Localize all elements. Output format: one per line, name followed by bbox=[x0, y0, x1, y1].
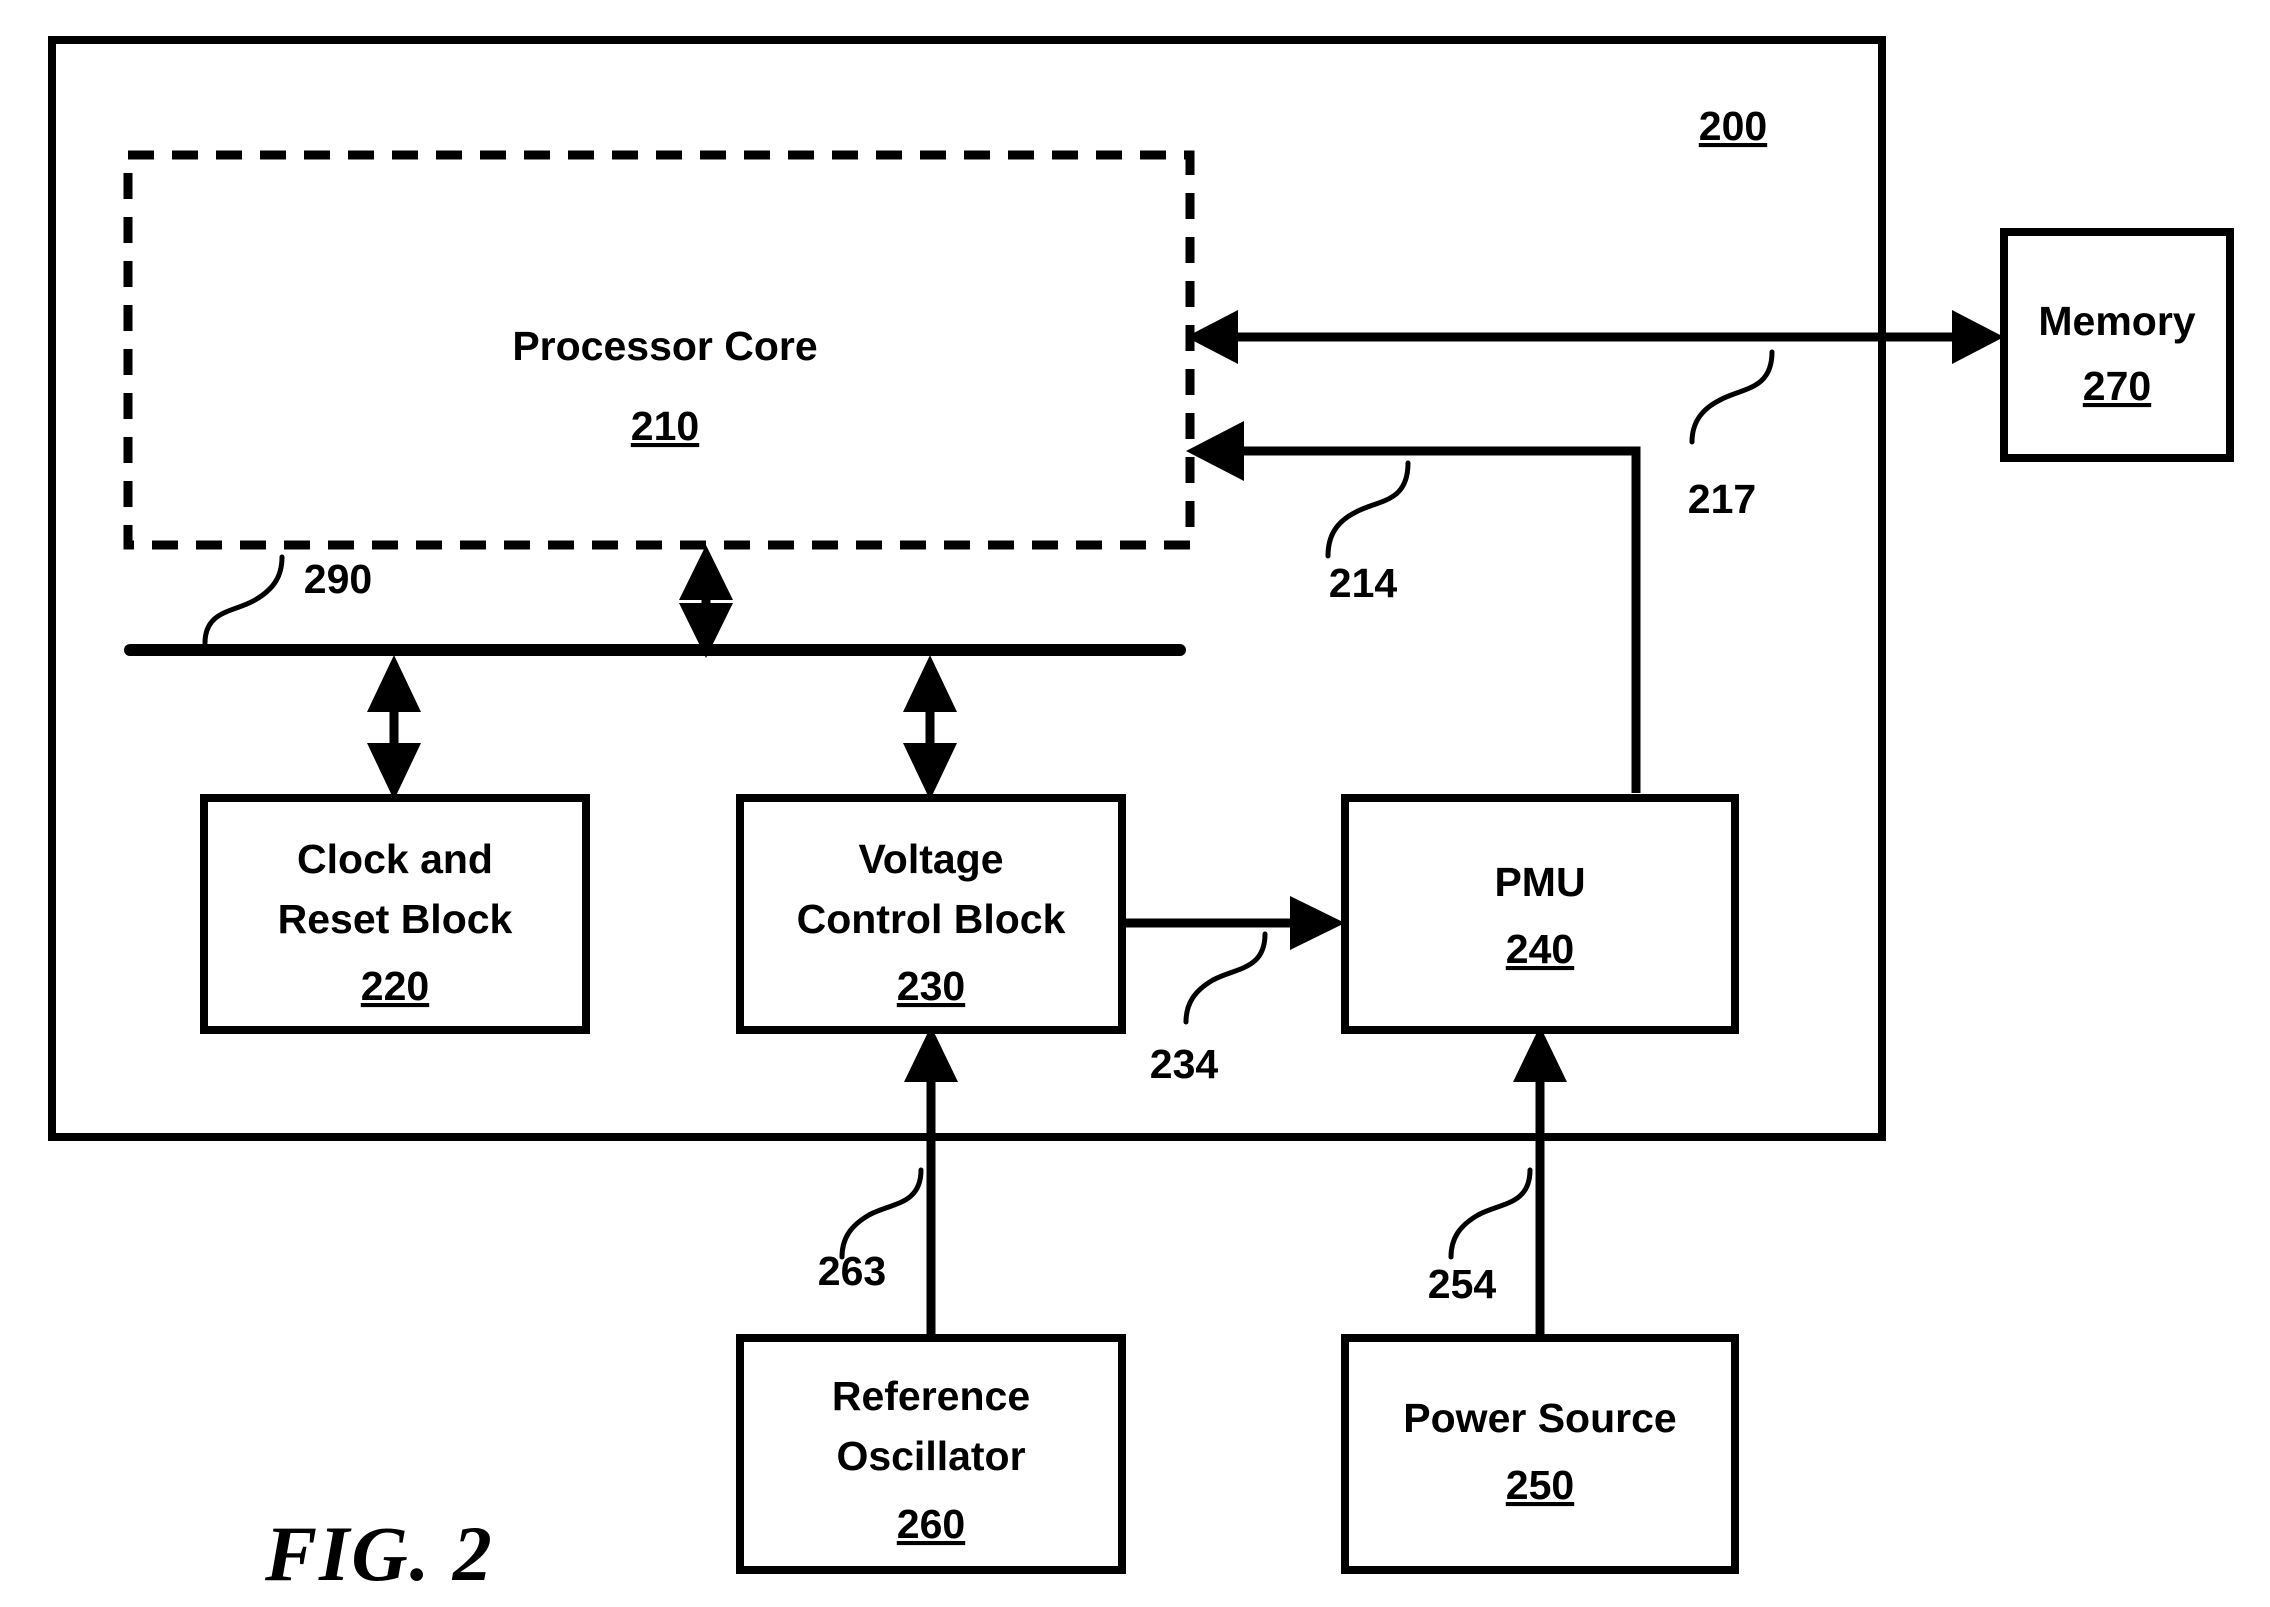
system-ref-label: 200 bbox=[1699, 103, 1767, 149]
clock-and-reset-block-label-line2: Reset Block bbox=[278, 896, 513, 942]
vcb-to-pmu-arrow bbox=[1290, 896, 1345, 950]
power-source-ref: 250 bbox=[1506, 1462, 1574, 1508]
bus-vcb-arrow-down bbox=[903, 743, 957, 800]
memory-bus-arrow-right bbox=[1952, 310, 2004, 364]
pmu-ref: 240 bbox=[1506, 926, 1574, 972]
lead-line-214 bbox=[1325, 460, 1411, 559]
bus-clock-arrow-down bbox=[367, 743, 421, 800]
lead-line-263 bbox=[839, 1167, 924, 1260]
voltage-control-block-ref: 230 bbox=[897, 963, 965, 1009]
lead-line-290 bbox=[202, 554, 285, 646]
pmu-label: PMU bbox=[1494, 859, 1585, 905]
ref-label-263: 263 bbox=[818, 1248, 886, 1294]
processor-core-label: Processor Core bbox=[512, 323, 817, 369]
voltage-control-block-label-line1: Voltage bbox=[858, 836, 1003, 882]
clock-and-reset-block-ref: 220 bbox=[361, 963, 429, 1009]
lead-line-254 bbox=[1448, 1167, 1533, 1260]
osc-to-vcb-arrow bbox=[904, 1026, 958, 1082]
figure-caption: FIG. 2 bbox=[264, 1510, 494, 1597]
power-source-label: Power Source bbox=[1403, 1395, 1676, 1441]
ref-label-234: 234 bbox=[1150, 1041, 1219, 1087]
core-bus-arrow-up bbox=[679, 545, 733, 600]
ref-label-217: 217 bbox=[1688, 476, 1756, 522]
clock-and-reset-block-label-line1: Clock and bbox=[297, 836, 493, 882]
voltage-control-block-label-line2: Control Block bbox=[797, 896, 1066, 942]
ref-label-214: 214 bbox=[1329, 560, 1398, 606]
pmu-box bbox=[1341, 794, 1739, 1034]
lead-line-217 bbox=[1689, 349, 1775, 445]
memory-ref: 270 bbox=[2083, 363, 2151, 409]
reference-oscillator-ref: 260 bbox=[897, 1501, 965, 1547]
reference-oscillator-label-line1: Reference bbox=[832, 1373, 1030, 1419]
bus-clock-arrow-up bbox=[367, 655, 421, 712]
memory-bus-arrow-left bbox=[1186, 310, 1238, 364]
pmu-to-core-line bbox=[1240, 446, 1641, 793]
ref-label-290: 290 bbox=[304, 556, 372, 602]
processor-core-ref: 210 bbox=[631, 403, 699, 449]
power-source-box bbox=[1341, 1334, 1739, 1574]
reference-oscillator-label-line2: Oscillator bbox=[836, 1433, 1025, 1479]
power-to-pmu-arrow bbox=[1513, 1026, 1567, 1082]
ref-label-254: 254 bbox=[1428, 1261, 1497, 1307]
memory-box bbox=[2000, 228, 2234, 462]
lead-line-234 bbox=[1183, 931, 1268, 1025]
figure-2-diagram: 200 Processor Core 210 Memory 270 217 21… bbox=[0, 0, 2270, 1607]
bus-vcb-arrow-up bbox=[903, 655, 957, 712]
patent-figure-svg: 200 Processor Core 210 Memory 270 217 21… bbox=[48, 36, 2234, 1597]
pmu-to-core-arrow bbox=[1186, 421, 1244, 481]
memory-label: Memory bbox=[2038, 298, 2195, 344]
